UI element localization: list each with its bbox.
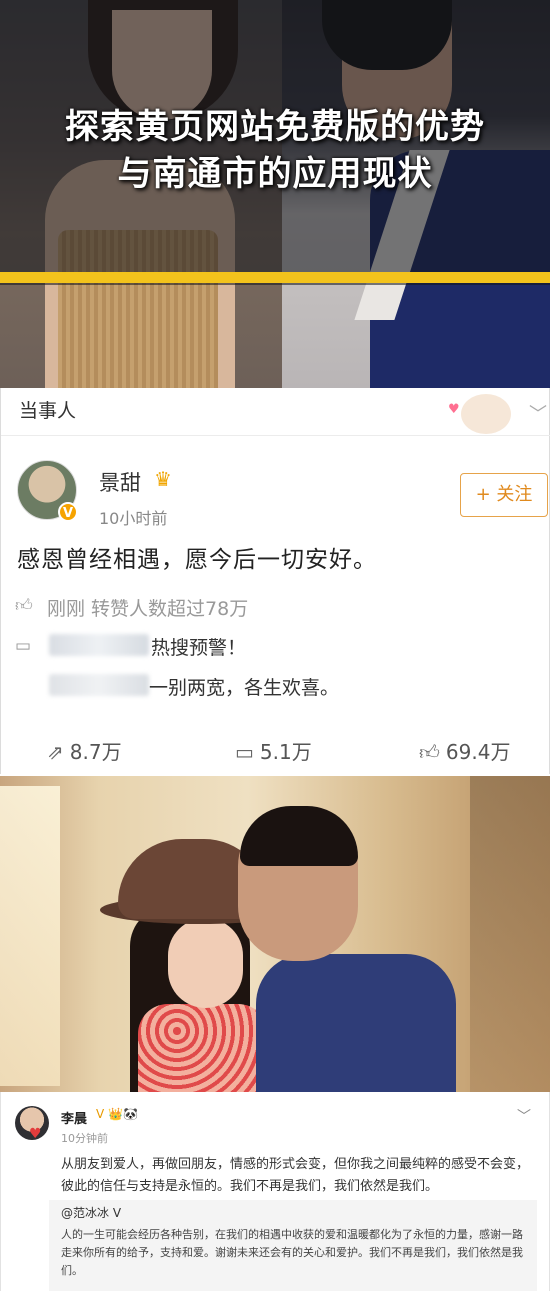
man-hair: [240, 806, 358, 866]
hero-title-line-2: 与南通市的应用现状: [117, 154, 433, 194]
man-shirt: [256, 954, 456, 1092]
chevron-down-icon[interactable]: ﹀: [529, 400, 547, 426]
comment-preview: 一别两宽，各生欢喜。: [149, 677, 340, 699]
blurred-username-1: [49, 634, 149, 656]
repost-count: 8.7万: [69, 740, 122, 764]
quoted-text: 人的一生可能会经历各种告别，在我们的相遇中收获的爱和温暖都化为了永恒的力量，感谢…: [61, 1228, 523, 1277]
author-name[interactable]: 景甜: [99, 467, 141, 497]
hero-banner: 探索黄页网站免费版的优势 与南通市的应用现状: [0, 0, 550, 388]
heart-icon: ♥: [29, 1126, 42, 1142]
hot-search-alert: 热搜预警！: [151, 637, 247, 659]
repost-icon: ⇗: [47, 740, 64, 764]
like-button[interactable]: 👍︎ 69.4万: [419, 736, 510, 765]
post-time: 10小时前: [99, 509, 168, 528]
sticker-avatar: [461, 394, 511, 434]
comment-status-icon: ▭: [15, 636, 32, 656]
like-icon: 👍︎: [419, 740, 440, 764]
comment-button[interactable]: ▭ 5.1万: [235, 736, 312, 765]
blurred-username-2: [49, 674, 149, 696]
action-bar: ⇗ 8.7万 ▭ 5.1万 👍︎ 69.4万: [1, 728, 550, 774]
crown-icon: ♛: [154, 467, 172, 491]
wall-shadow: [470, 776, 550, 1092]
post-text: 从朋友到爱人，再做回朋友，情感的形式会变，但你我之间最纯粹的感受不会变，彼此的信…: [61, 1157, 530, 1194]
hero-title: 探索黄页网站免费版的优势 与南通市的应用现状: [0, 104, 550, 198]
follow-button[interactable]: + 关注: [460, 473, 548, 517]
comment-icon: ▭: [235, 740, 254, 764]
accent-stripe: [0, 272, 550, 283]
comment-count: 5.1万: [259, 740, 312, 764]
post-text: 感恩曾经相遇，愿今后一切安好。: [17, 547, 377, 573]
verified-badge: V: [58, 502, 78, 522]
badge-icons: V 👑🐼: [96, 1107, 138, 1121]
window-light: [0, 786, 60, 1086]
post-time: 10分钟前: [61, 1132, 108, 1145]
repost-button[interactable]: ⇗ 8.7万: [47, 736, 122, 765]
quoted-post[interactable]: @范冰冰 V 人的一生可能会经历各种告别，在我们的相遇中收获的爱和温暖都化为了永…: [49, 1200, 537, 1291]
woman-dress: [138, 1004, 268, 1092]
section-label: 当事人: [19, 400, 77, 422]
card-header: 当事人 ♥ ﹀: [1, 388, 550, 436]
author-name[interactable]: 李晨: [61, 1108, 87, 1127]
like-count: 69.4万: [445, 740, 511, 764]
woman-face: [168, 918, 243, 1008]
weibo-post-card: 当事人 ♥ ﹀ V 景甜 ♛ 10小时前 + 关注 感恩曾经相遇，愿今后一切安好…: [0, 388, 550, 774]
heart-icon: ♥: [448, 402, 460, 417]
chevron-down-icon[interactable]: ﹀: [517, 1106, 531, 1126]
repost-status: 刚刚 转赞人数超过78万: [47, 598, 249, 620]
second-weibo-post: ♥ 李晨 V 👑🐼 10分钟前 ﹀ 从朋友到爱人，再做回朋友，情感的形式会变，但…: [0, 1092, 550, 1291]
like-status-icon: 👍︎: [15, 596, 33, 616]
quoted-author: @范冰冰 V: [61, 1206, 122, 1220]
hero-title-line-1: 探索黄页网站免费版的优势: [65, 107, 485, 147]
couple-photo: [0, 776, 550, 1092]
